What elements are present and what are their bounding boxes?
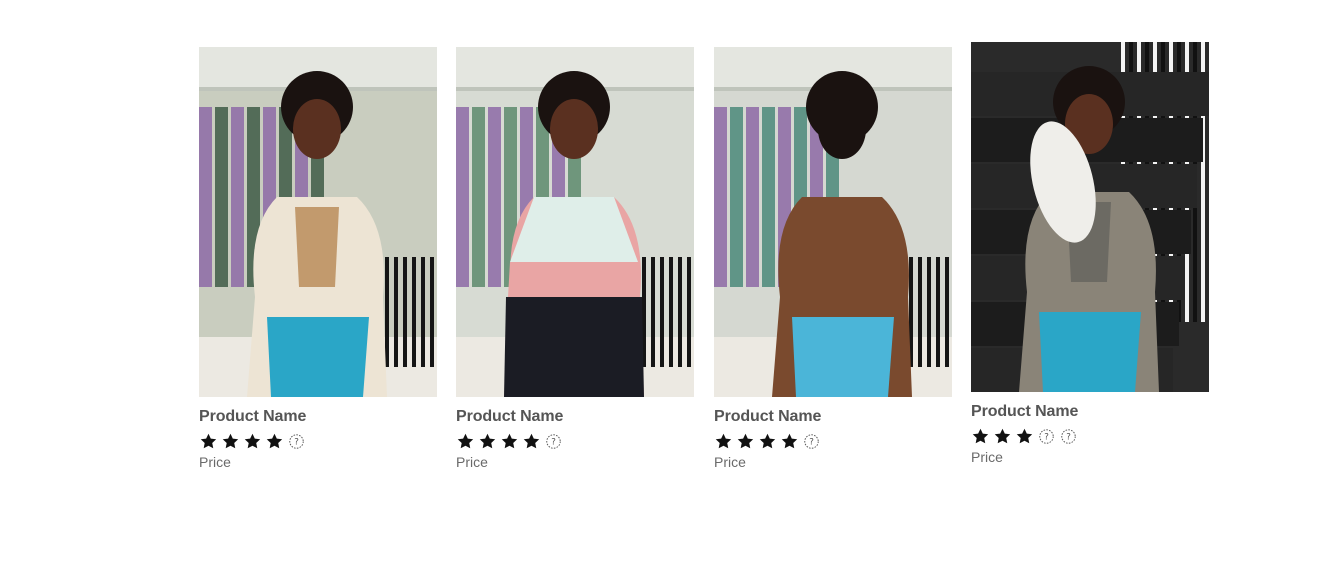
star-empty-icon: ? bbox=[802, 432, 821, 451]
star-filled-icon bbox=[714, 432, 733, 451]
star-empty-icon: ? bbox=[544, 432, 563, 451]
star-filled-icon bbox=[1015, 427, 1034, 446]
svg-text:?: ? bbox=[1066, 432, 1071, 442]
product-card[interactable]: Product Name ? Price bbox=[199, 47, 437, 471]
star-empty-icon: ? bbox=[1037, 427, 1056, 446]
product-image[interactable] bbox=[714, 47, 952, 397]
star-filled-icon bbox=[221, 432, 240, 451]
star-rating: ?? bbox=[971, 426, 1209, 446]
star-filled-icon bbox=[736, 432, 755, 451]
star-filled-icon bbox=[993, 427, 1012, 446]
svg-text:?: ? bbox=[294, 437, 299, 447]
star-filled-icon bbox=[456, 432, 475, 451]
corduroy-jacket-photo bbox=[714, 47, 952, 397]
star-filled-icon bbox=[971, 427, 990, 446]
product-price: Price bbox=[971, 449, 1003, 465]
colorblock-jacket-photo bbox=[456, 47, 694, 397]
product-price: Price bbox=[456, 454, 488, 470]
star-rating: ? bbox=[456, 431, 694, 451]
star-filled-icon bbox=[758, 432, 777, 451]
star-empty-icon: ? bbox=[287, 432, 306, 451]
star-filled-icon bbox=[522, 432, 541, 451]
product-image[interactable] bbox=[199, 47, 437, 397]
star-filled-icon bbox=[780, 432, 799, 451]
product-name[interactable]: Product Name bbox=[456, 407, 694, 426]
star-filled-icon bbox=[199, 432, 218, 451]
star-rating: ? bbox=[714, 431, 952, 451]
product-name[interactable]: Product Name bbox=[199, 407, 437, 426]
product-card[interactable]: Product Name ?? Price bbox=[971, 42, 1209, 466]
product-card[interactable]: Product Name ? Price bbox=[456, 47, 694, 471]
svg-text:?: ? bbox=[809, 437, 814, 447]
product-name[interactable]: Product Name bbox=[971, 402, 1209, 421]
product-grid: Product Name ? Price Product Name ? Pric… bbox=[0, 0, 1326, 577]
product-card[interactable]: Product Name ? Price bbox=[714, 47, 952, 471]
product-image[interactable] bbox=[971, 42, 1209, 392]
star-filled-icon bbox=[265, 432, 284, 451]
fleece-jacket-photo bbox=[199, 47, 437, 397]
svg-text:?: ? bbox=[551, 437, 556, 447]
svg-text:?: ? bbox=[1044, 432, 1049, 442]
product-price: Price bbox=[199, 454, 231, 470]
star-rating: ? bbox=[199, 431, 437, 451]
star-filled-icon bbox=[478, 432, 497, 451]
staircase-sneaker-photo bbox=[971, 42, 1209, 392]
product-price: Price bbox=[714, 454, 746, 470]
star-filled-icon bbox=[500, 432, 519, 451]
product-image[interactable] bbox=[456, 47, 694, 397]
product-name[interactable]: Product Name bbox=[714, 407, 952, 426]
star-filled-icon bbox=[243, 432, 262, 451]
star-empty-icon: ? bbox=[1059, 427, 1078, 446]
